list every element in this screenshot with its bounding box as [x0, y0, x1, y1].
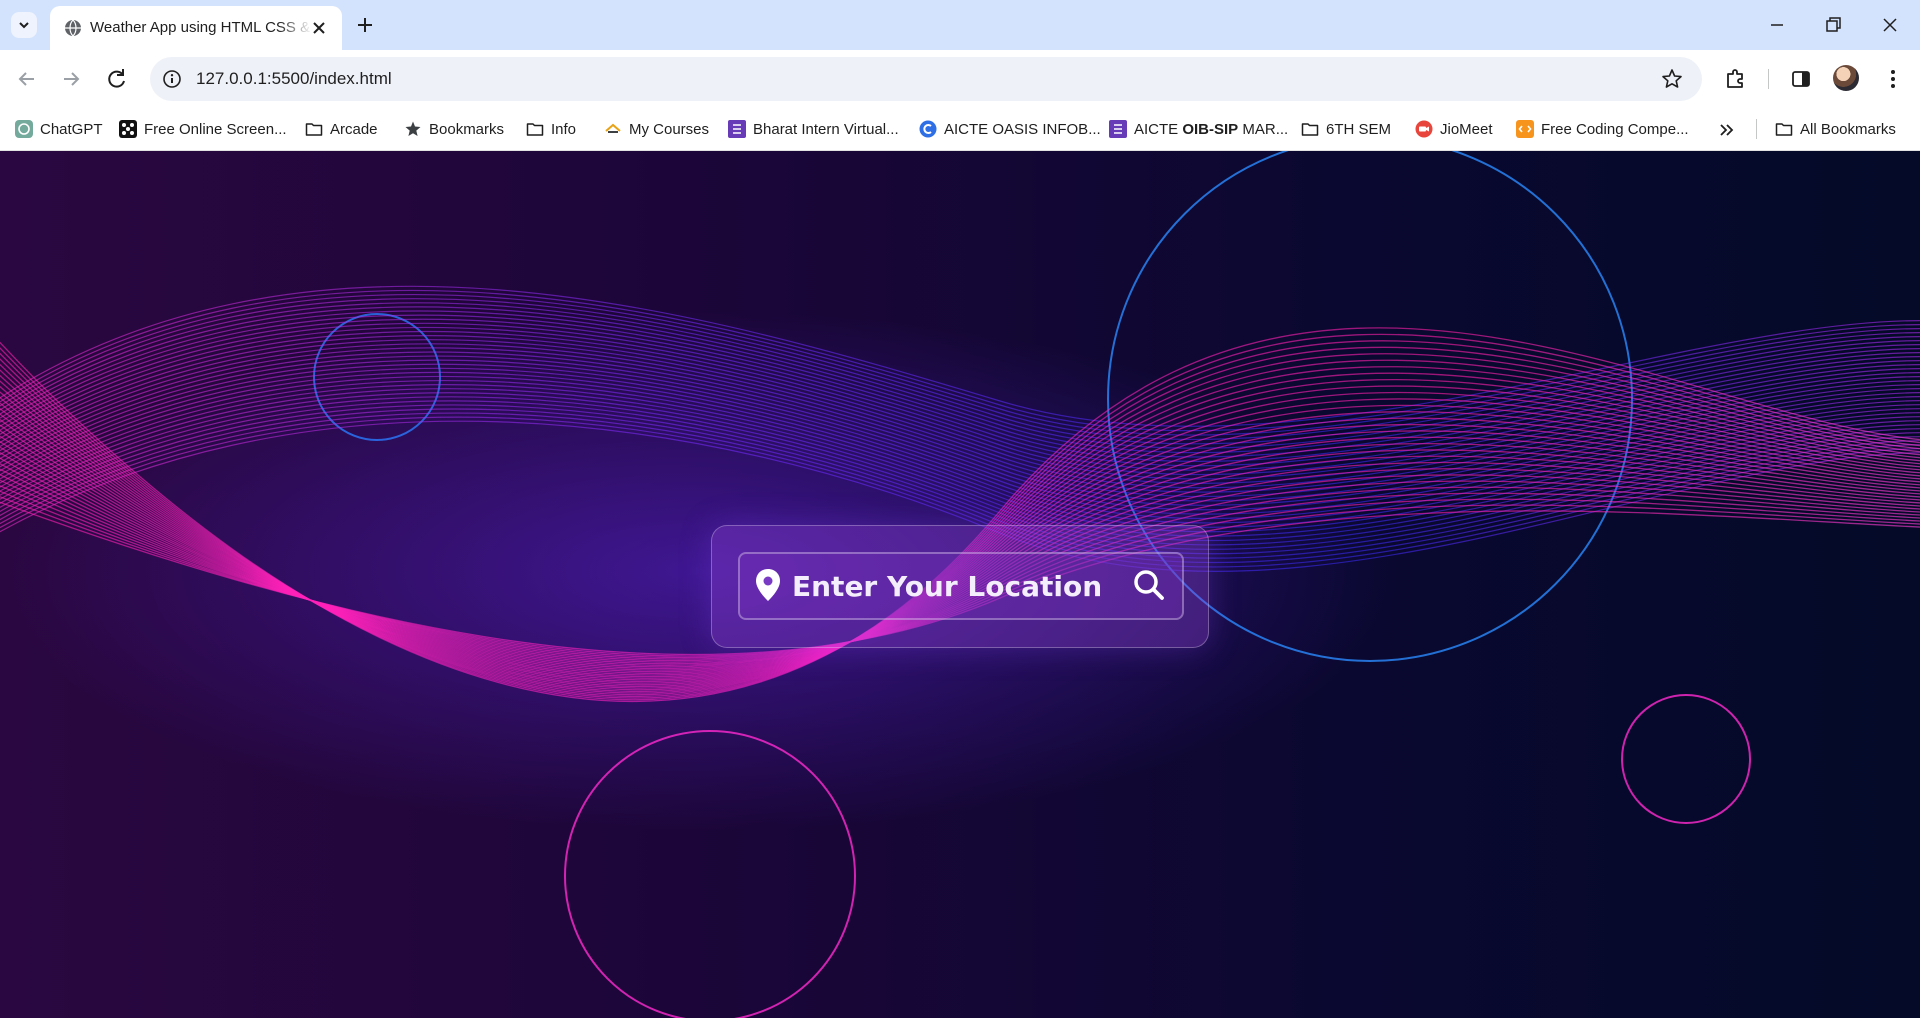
close-tab-icon[interactable] [310, 19, 328, 37]
star-icon [405, 121, 421, 136]
bookmarks-bar: ChatGPT Free Online Screen... Arcade Boo… [0, 108, 1920, 151]
bookmark-aicte-oib-sip[interactable]: AICTE OIB-SIP MAR... [1109, 116, 1288, 142]
tab-strip: Weather App using HTML CSS & JavaScript [0, 0, 1920, 50]
tab-search-button[interactable] [11, 12, 37, 38]
url-text[interactable]: 127.0.0.1:5500/index.html [196, 69, 392, 89]
folder-icon [1301, 123, 1319, 136]
address-bar[interactable]: 127.0.0.1:5500/index.html [150, 57, 1702, 101]
back-arrow-icon[interactable] [14, 66, 40, 92]
search-icon[interactable] [1132, 568, 1166, 602]
chrome-c-icon [919, 120, 937, 138]
jiomeet-icon [1415, 120, 1433, 138]
bookmark-aicte-oasis[interactable]: AICTE OASIS INFOB... [919, 116, 1101, 142]
reload-icon[interactable] [104, 66, 130, 92]
toolbar-divider [1768, 69, 1769, 89]
bookmark-free-coding[interactable]: Free Coding Compe... [1516, 116, 1689, 142]
bookmark-arcade[interactable]: Arcade [305, 116, 378, 142]
bookmark-screen-recorder[interactable]: Free Online Screen... [119, 116, 287, 142]
restore-icon[interactable] [1821, 13, 1845, 37]
new-tab-icon[interactable] [353, 13, 377, 37]
bookmark-6th-sem[interactable]: 6TH SEM [1301, 116, 1391, 142]
form-icon [1109, 120, 1127, 138]
browser-toolbar: 127.0.0.1:5500/index.html [0, 50, 1920, 108]
bookmark-jiomeet[interactable]: JioMeet [1415, 116, 1493, 142]
bookmark-bharat-intern[interactable]: Bharat Intern Virtual... [728, 116, 899, 142]
globe-icon [65, 19, 81, 37]
tab-title: Weather App using HTML CSS & JavaScript [90, 19, 312, 36]
folder-icon [305, 123, 323, 136]
side-panel-icon[interactable] [1788, 66, 1814, 92]
bookmark-info[interactable]: Info [526, 116, 576, 142]
site-info-icon[interactable] [162, 69, 182, 89]
location-pin-icon [756, 569, 780, 601]
location-input[interactable] [792, 566, 1122, 606]
double-chevron-right-icon[interactable] [1716, 121, 1738, 139]
search-card [711, 525, 1209, 648]
forward-arrow-icon[interactable] [58, 66, 84, 92]
close-window-icon[interactable] [1878, 13, 1902, 37]
bookmark-chatgpt[interactable]: ChatGPT [15, 116, 103, 142]
chatgpt-icon [15, 120, 33, 138]
bookmark-my-courses[interactable]: My Courses [604, 116, 709, 142]
all-bookmarks[interactable]: All Bookmarks [1775, 116, 1896, 142]
bookmark-bookmarks[interactable]: Bookmarks [404, 116, 504, 142]
courses-icon [605, 123, 621, 133]
weather-app-page [0, 151, 1920, 1018]
chevron-down-icon [19, 22, 29, 29]
search-box [738, 552, 1184, 620]
folder-icon [1775, 123, 1793, 136]
coding-icon [1516, 120, 1534, 138]
more-menu-icon[interactable] [1880, 66, 1906, 92]
screen-recorder-icon [119, 120, 137, 138]
bookmark-star-icon[interactable] [1660, 67, 1684, 91]
bookmarks-divider [1756, 119, 1757, 139]
profile-avatar[interactable] [1833, 65, 1859, 91]
active-tab[interactable]: Weather App using HTML CSS & JavaScript [50, 6, 342, 50]
form-icon [728, 120, 746, 138]
minimize-icon[interactable] [1765, 13, 1789, 37]
extensions-icon[interactable] [1722, 66, 1748, 92]
folder-icon [526, 123, 544, 136]
